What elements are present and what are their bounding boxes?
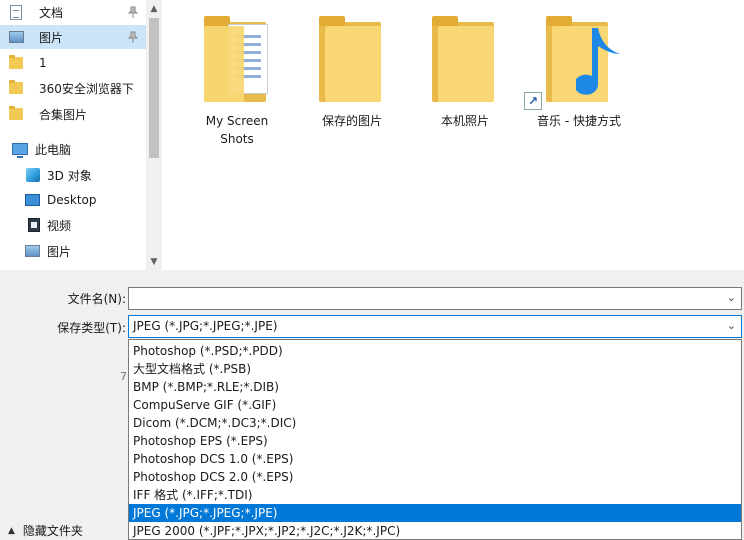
nav-item-label: 图片 [47,244,72,259]
chevron-up-icon: ▲ [8,525,15,536]
nav-item-pictures[interactable]: 图片 [0,239,146,263]
save-type-label: 保存类型(T): [57,321,126,335]
file-item-name: 保存的图片 [321,114,382,128]
nav-item-videos[interactable]: 视频 [0,213,146,237]
type-option-dcs2[interactable]: Photoshop DCS 2.0 (*.EPS) [129,468,741,486]
chevron-down-icon[interactable]: ⌄ [727,291,736,304]
folder-icon [432,16,494,102]
3d-objects-icon [26,168,40,182]
chevron-down-icon[interactable]: ⌄ [727,319,736,332]
type-option-psd[interactable]: Photoshop (*.PSD;*.PDD) [129,342,741,360]
music-shortcut-icon [546,16,620,102]
file-list: My Screen Shots 保存的图片 本机照片 ↗ 音乐 - 快捷方式 [162,0,744,270]
nav-item-pictures-quick[interactable]: 图片 [0,25,146,49]
nav-item-label: 文档 [39,5,64,20]
save-type-dropdown: Photoshop (*.PSD;*.PDD) 大型文档格式 (*.PSB) B… [128,339,742,540]
desktop-icon [25,194,40,206]
navigation-pane: 文档 图片 1 360安全浏览器下 合集图片 此电脑 3D 对象 Desktop… [0,0,146,270]
pin-icon[interactable] [128,6,138,18]
folder-icon [9,106,23,120]
shortcut-arrow-icon: ↗ [524,92,542,110]
nav-item-label: 此电脑 [35,142,72,157]
save-type-select[interactable]: JPEG (*.JPG;*.JPEG;*.JPE) ⌄ [128,315,742,338]
nav-item-label: 视频 [47,218,72,233]
nav-item-label: 360安全浏览器下 [39,81,134,96]
folder-icon [9,55,23,69]
folder-icon [319,16,381,102]
hide-folders-toggle[interactable]: ▲ 隐藏文件夹 [8,522,83,539]
type-option-jpeg[interactable]: JPEG (*.JPG;*.JPEG;*.JPE) [129,504,741,522]
file-item-name: 音乐 - 快捷方式 [537,114,621,128]
save-type-value: JPEG (*.JPG;*.JPEG;*.JPE) [133,319,278,333]
nav-item-label: 合集图片 [39,107,88,122]
nav-item-folder-1[interactable]: 1 [0,51,146,75]
this-pc-icon [12,143,28,158]
videos-icon [28,218,40,232]
type-option-eps[interactable]: Photoshop EPS (*.EPS) [129,432,741,450]
type-option-bmp[interactable]: BMP (*.BMP;*.RLE;*.DIB) [129,378,741,396]
scrollbar-thumb[interactable] [149,18,159,158]
pictures-icon [25,245,40,257]
folder-with-document-icon [204,16,268,102]
type-option-psb[interactable]: 大型文档格式 (*.PSB) [129,360,741,378]
folder-icon [9,80,23,94]
hidden-text-fragment: 7 [120,370,127,383]
type-option-gif[interactable]: CompuServe GIF (*.GIF) [129,396,741,414]
nav-item-this-pc[interactable]: 此电脑 [0,137,146,161]
document-icon [10,4,22,20]
type-option-jpeg2000[interactable]: JPEG 2000 (*.JPF;*.JPX;*.JP2;*.J2C;*.J2K… [129,522,741,539]
scroll-up-arrow-icon[interactable]: ▲ [146,1,162,17]
navigation-scrollbar[interactable]: ▲ ▼ [146,0,162,270]
file-item-name: 本机照片 [440,114,489,128]
pin-icon[interactable] [128,31,138,43]
nav-item-collection-pictures[interactable]: 合集图片 [0,102,146,126]
file-item-name: My Screen Shots [205,114,269,146]
nav-item-label: 3D 对象 [47,168,92,183]
pictures-icon [8,31,24,43]
hide-folders-label: 隐藏文件夹 [22,524,83,538]
nav-item-label: Desktop [47,193,97,207]
music-note-icon [576,28,620,95]
filename-label: 文件名(N): [67,292,126,306]
nav-item-3d-objects[interactable]: 3D 对象 [0,163,146,187]
nav-item-documents[interactable]: 文档 [0,0,146,24]
type-option-iff[interactable]: IFF 格式 (*.IFF;*.TDI) [129,486,741,504]
nav-item-label: 1 [39,56,47,70]
scroll-down-arrow-icon[interactable]: ▼ [146,254,162,270]
filename-input[interactable]: ⌄ [128,287,742,310]
type-option-dicom[interactable]: Dicom (*.DCM;*.DC3;*.DIC) [129,414,741,432]
nav-item-label: 图片 [39,30,64,45]
nav-item-desktop[interactable]: Desktop [0,188,146,212]
nav-item-browser-downloads[interactable]: 360安全浏览器下 [0,76,146,100]
type-option-dcs1[interactable]: Photoshop DCS 1.0 (*.EPS) [129,450,741,468]
